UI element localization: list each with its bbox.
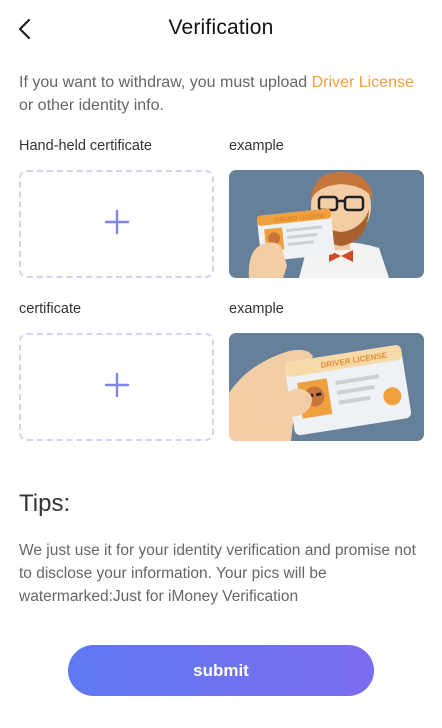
tips-text: We just use it for your identity verific… <box>19 542 416 605</box>
intro-text-before: If you want to withdraw, you must upload <box>19 74 312 91</box>
intro-highlight: Driver License <box>311 74 414 91</box>
certificate-label: certificate <box>19 301 82 317</box>
submit-button[interactable]: submit <box>68 645 374 696</box>
upload-certificate[interactable] <box>19 333 214 441</box>
man-holding-license-illustration: DRIVER LICENSE <box>229 170 424 278</box>
example-label-1: example <box>229 138 284 154</box>
handheld-certificate-label: Hand-held certificate <box>19 138 152 154</box>
example-image-certificate: DRIVER LICENSE <box>229 333 424 441</box>
page-title: Verification <box>168 16 274 39</box>
example-image-handheld: DRIVER LICENSE <box>229 170 424 278</box>
example-label-2: example <box>229 301 284 317</box>
intro-text-after: or other identity info. <box>19 97 164 114</box>
upload-handheld-certificate[interactable] <box>19 170 214 278</box>
plus-icon <box>104 370 130 404</box>
verification-page: Verification If you want to withdraw, yo… <box>0 0 442 728</box>
header: Verification <box>0 0 442 60</box>
hand-holding-license-illustration: DRIVER LICENSE <box>229 333 424 441</box>
plus-icon <box>104 207 130 241</box>
tips-title: Tips: <box>19 490 71 517</box>
intro-text: If you want to withdraw, you must upload… <box>19 71 419 117</box>
